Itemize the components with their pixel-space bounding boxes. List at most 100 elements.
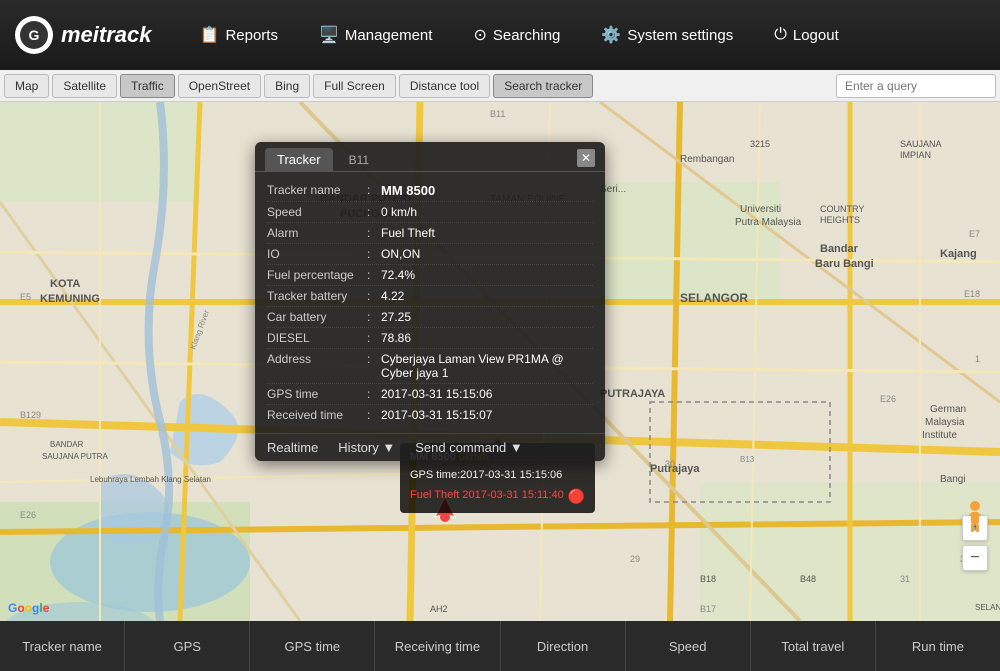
svg-text:Kajang: Kajang: [940, 248, 977, 260]
alarm-label: Alarm: [267, 226, 367, 240]
search-input[interactable]: [836, 74, 996, 98]
nav-logout[interactable]: ⏻ Logout: [756, 18, 857, 52]
speed-label: Speed: [267, 205, 367, 219]
svg-text:Rembangan: Rembangan: [680, 154, 734, 165]
satellite-button[interactable]: Satellite: [52, 74, 117, 98]
fuel-value: 72.4%: [381, 268, 593, 282]
svg-text:Bandar: Bandar: [820, 243, 859, 255]
battery-row: Tracker battery : 4.22: [267, 286, 593, 307]
svg-text:Putrajaya: Putrajaya: [650, 463, 700, 475]
svg-text:E5: E5: [20, 292, 31, 302]
management-icon: 🖥️: [319, 25, 339, 45]
svg-text:Bangi: Bangi: [940, 474, 966, 485]
svg-text:AH2: AH2: [430, 604, 448, 614]
nav-logout-label: Logout: [793, 27, 839, 44]
diesel-value: 78.86: [381, 331, 593, 345]
map-container[interactable]: B129 E26 E7 E18 1 E5 B11 KOTA KEMUNING S…: [0, 102, 1000, 621]
svg-text:B13: B13: [740, 455, 755, 464]
svg-text:SAUJANA PUTRA: SAUJANA PUTRA: [42, 452, 108, 461]
nav-settings-label: System settings: [627, 27, 733, 44]
zoom-out-button[interactable]: −: [962, 545, 988, 571]
reports-icon: 📋: [200, 25, 220, 45]
svg-text:B48: B48: [800, 574, 816, 584]
popup-tab-bar: Tracker B11 ✕: [255, 142, 605, 172]
realtime-button[interactable]: Realtime: [267, 440, 318, 455]
popup-content: Tracker name : MM 8500 Speed : 0 km/h Al…: [255, 172, 605, 433]
send-command-button[interactable]: Send command ▼: [415, 440, 523, 455]
bing-button[interactable]: Bing: [264, 74, 310, 98]
svg-text:E26: E26: [20, 510, 36, 520]
io-label: IO: [267, 247, 367, 261]
nav-management[interactable]: 🖥️ Management: [301, 17, 450, 53]
svg-text:Baru Bangi: Baru Bangi: [815, 258, 874, 270]
svg-text:Institute: Institute: [922, 430, 957, 441]
openstreet-button[interactable]: OpenStreet: [178, 74, 261, 98]
logo: G meitrack: [15, 16, 152, 54]
popup-tab[interactable]: Tracker: [265, 148, 333, 171]
distance-tool-button[interactable]: Distance tool: [399, 74, 490, 98]
svg-text:SELANGOR: SELANGOR: [680, 291, 748, 305]
svg-text:B129: B129: [20, 410, 41, 420]
address-row: Address : Cyberjaya Laman View PR1MA @ C…: [267, 349, 593, 384]
popup-footer: Realtime History ▼ Send command ▼: [255, 433, 605, 461]
received-time-label: Received time: [267, 408, 367, 422]
battery-value: 4.22: [381, 289, 593, 303]
tracker-name-value: MM 8500: [381, 183, 593, 198]
diesel-row: DIESEL : 78.86: [267, 328, 593, 349]
received-time-row: Received time : 2017-03-31 15:15:07: [267, 405, 593, 425]
car-battery-label: Car battery: [267, 310, 367, 324]
nav-system-settings[interactable]: ⚙️ System settings: [583, 17, 751, 53]
svg-text:KEMUNING: KEMUNING: [40, 293, 100, 305]
google-logo: Google: [8, 601, 49, 615]
status-receiving-time: Receiving time: [375, 621, 500, 671]
toolbar: Map Satellite Traffic OpenStreet Bing Fu…: [0, 70, 1000, 102]
address-label: Address: [267, 352, 367, 366]
svg-text:SAUJANA: SAUJANA: [900, 139, 942, 149]
nav-management-label: Management: [345, 27, 433, 44]
gps-time-value: 2017-03-31 15:15:06: [381, 387, 593, 401]
svg-text:G: G: [29, 27, 40, 43]
map-button[interactable]: Map: [4, 74, 49, 98]
pegman-control[interactable]: [962, 500, 988, 536]
svg-text:Universiti: Universiti: [740, 204, 781, 215]
alarm-value: Fuel Theft: [381, 226, 593, 240]
traffic-button[interactable]: Traffic: [120, 74, 175, 98]
svg-text:3215: 3215: [750, 139, 770, 149]
fuel-label: Fuel percentage: [267, 268, 367, 282]
nav-menu: 📋 Reports 🖥️ Management ⊙ Searching ⚙️ S…: [182, 17, 985, 53]
svg-text:German: German: [930, 404, 966, 415]
popup-b11-label: B11: [341, 149, 377, 171]
svg-text:31: 31: [900, 574, 910, 584]
nav-searching[interactable]: ⊙ Searching: [455, 17, 578, 53]
svg-text:SELANGOR: SELANGOR: [975, 603, 1000, 612]
fullscreen-button[interactable]: Full Screen: [313, 74, 396, 98]
status-run-time: Run time: [876, 621, 1000, 671]
nav-reports[interactable]: 📋 Reports: [182, 17, 296, 53]
searching-icon: ⊙: [473, 25, 486, 45]
svg-text:E7: E7: [969, 229, 980, 239]
svg-text:Putra Malaysia: Putra Malaysia: [735, 217, 802, 228]
status-tracker-name: Tracker name: [0, 621, 125, 671]
svg-text:E18: E18: [964, 289, 980, 299]
popup-close-button[interactable]: ✕: [577, 149, 595, 167]
svg-text:IMPIAN: IMPIAN: [900, 150, 931, 160]
status-gps: GPS: [125, 621, 250, 671]
address-value: Cyberjaya Laman View PR1MA @ Cyber jaya …: [381, 352, 593, 380]
svg-text:B17: B17: [700, 604, 716, 614]
history-button[interactable]: History ▼: [338, 440, 395, 455]
search-tracker-button[interactable]: Search tracker: [493, 74, 593, 98]
svg-text:KOTA: KOTA: [50, 278, 80, 290]
speed-row: Speed : 0 km/h: [267, 202, 593, 223]
gps-time-row: GPS time : 2017-03-31 15:15:06: [267, 384, 593, 405]
gps-time-label: GPS time: [267, 387, 367, 401]
nav-searching-label: Searching: [493, 27, 561, 44]
io-row: IO : ON,ON: [267, 244, 593, 265]
status-speed: Speed: [626, 621, 751, 671]
fuel-row: Fuel percentage : 72.4%: [267, 265, 593, 286]
battery-label: Tracker battery: [267, 289, 367, 303]
svg-text:Lebuhraya Lembah Klang Selatan: Lebuhraya Lembah Klang Selatan: [90, 475, 211, 484]
diesel-label: DIESEL: [267, 331, 367, 345]
svg-text:B18: B18: [700, 574, 716, 584]
status-total-travel: Total travel: [751, 621, 876, 671]
svg-text:PUTRAJAYA: PUTRAJAYA: [600, 388, 665, 400]
